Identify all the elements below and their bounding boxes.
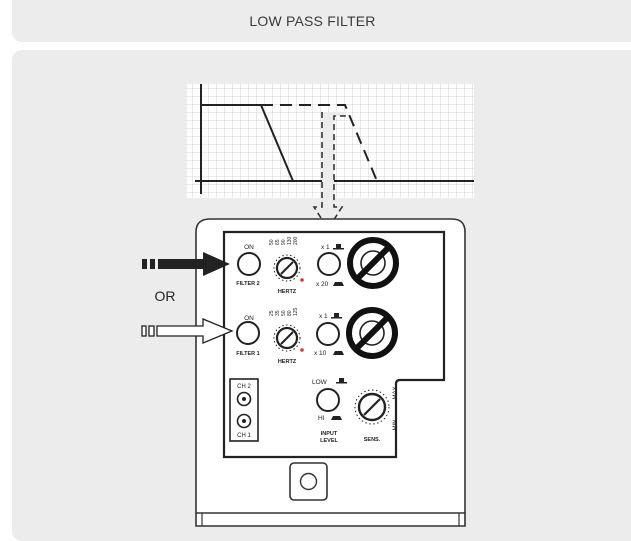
filter2-on-label: ON: [244, 244, 254, 251]
sens-min-label: MIN: [393, 420, 399, 431]
filter1-name-label: FILTER 1: [236, 351, 259, 357]
or-label: OR: [155, 288, 176, 304]
filter2-name-label: FILTER 2: [236, 281, 259, 287]
filter1-on-button[interactable]: [236, 321, 260, 345]
filter2-gain-low-label: x 20: [316, 281, 329, 288]
input-level-switch[interactable]: [316, 388, 340, 412]
input-level-caption-2: LEVEL: [320, 438, 338, 444]
sens-max-label: MAX: [393, 386, 399, 399]
filter1-gain-high-label: x 1: [319, 313, 328, 320]
sens-caption: SENS.: [364, 437, 381, 443]
filter1-on-label: ON: [244, 315, 254, 322]
filter2-hertz-label: HERTZ: [278, 289, 297, 295]
svg-text:200: 200: [293, 236, 299, 245]
filter1-hertz-label: HERTZ: [278, 359, 297, 365]
ch1-label: CH 1: [237, 433, 251, 439]
filter2-gain-high-label: x 1: [321, 244, 330, 251]
filter1-gain-low-label: x 10: [314, 350, 327, 357]
input-level-caption-1: INPUT: [321, 431, 338, 437]
filter1-led: [300, 348, 304, 352]
ch2-label: CH 2: [237, 384, 251, 390]
channel-inputs: CH 2 CH 1: [229, 378, 259, 442]
filter2-led: [300, 278, 304, 282]
filter2-gain-switch[interactable]: [317, 252, 341, 276]
input-hi-label: HI: [318, 415, 325, 422]
filter2-on-button[interactable]: [237, 252, 261, 276]
filter1-gain-switch[interactable]: [316, 322, 340, 346]
svg-text:125: 125: [293, 307, 299, 316]
low-pass-filter-diagram: ON FILTER 2 50 65 90 130 200 HERTZ x 1 x…: [141, 84, 474, 527]
input-low-label: LOW: [312, 379, 328, 386]
